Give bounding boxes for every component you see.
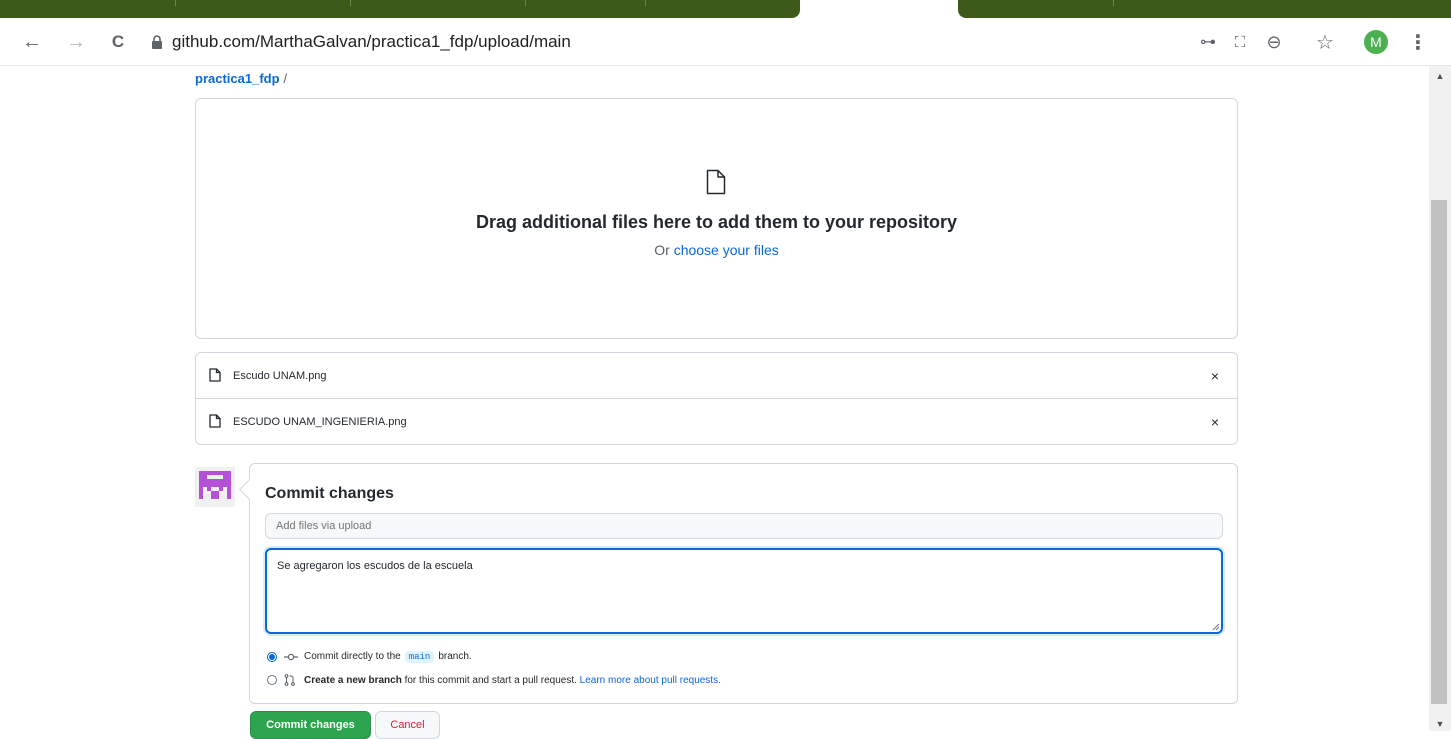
drop-zone-prefix: Or	[654, 242, 670, 258]
reload-icon[interactable]: C	[104, 28, 132, 56]
create-branch-radio[interactable]	[267, 675, 277, 685]
learn-more-pull-requests-link[interactable]: Learn more about pull requests.	[580, 675, 721, 686]
choose-files-link[interactable]: choose your files	[674, 242, 779, 258]
commit-changes-panel: Commit changes Se agregaron los escudos …	[249, 463, 1238, 704]
create-branch-label: Create a new branch for this commit and …	[304, 674, 721, 686]
scroll-up-arrow-icon[interactable]: ▲	[1429, 68, 1451, 84]
commit-changes-button[interactable]: Commit changes	[250, 711, 371, 739]
remove-file-close-icon[interactable]: ×	[1211, 368, 1219, 384]
drop-zone-subtitle: Or choose your files	[196, 242, 1237, 258]
file-icon	[706, 169, 726, 195]
file-name: Escudo UNAM.png	[233, 369, 327, 382]
commit-direct-label: Commit directly to the main branch.	[304, 651, 472, 663]
uploaded-file-list: Escudo UNAM.png × ESCUDO UNAM_INGENIERIA…	[195, 352, 1238, 445]
file-row: Escudo UNAM.png ×	[196, 353, 1237, 399]
profile-avatar[interactable]: M	[1364, 30, 1388, 54]
file-row: ESCUDO UNAM_INGENIERIA.png ×	[196, 399, 1237, 445]
remove-file-close-icon[interactable]: ×	[1211, 414, 1219, 430]
forward-icon[interactable]: →	[62, 28, 90, 56]
browser-toolbar: ← → C github.com/MarthaGalvan/practica1_…	[0, 18, 1451, 66]
git-pull-request-icon	[284, 674, 298, 686]
zoom-out-icon[interactable]: ⊖	[1260, 28, 1288, 56]
url-text: github.com/MarthaGalvan/practica1_fdp/up…	[172, 32, 571, 51]
file-drop-zone[interactable]: Drag additional files here to add them t…	[195, 98, 1238, 339]
breadcrumb-separator: /	[283, 71, 288, 86]
breadcrumb: practica1_fdp /	[195, 71, 287, 86]
create-branch-option[interactable]: Create a new branch for this commit and …	[267, 674, 721, 686]
commit-direct-radio[interactable]	[267, 652, 277, 662]
tab-strip-left[interactable]	[0, 0, 800, 18]
cancel-button[interactable]: Cancel	[375, 711, 440, 739]
user-identicon-avatar[interactable]	[195, 467, 235, 507]
address-bar[interactable]: github.com/MarthaGalvan/practica1_fdp/up…	[146, 26, 1146, 58]
tab-strip	[0, 0, 1451, 18]
commit-panel-title: Commit changes	[265, 485, 394, 502]
branch-name-badge: main	[404, 651, 435, 663]
key-icon[interactable]: ⊶	[1194, 28, 1222, 56]
drop-zone-title: Drag additional files here to add them t…	[475, 212, 958, 232]
back-icon[interactable]: ←	[18, 28, 46, 56]
file-icon	[209, 367, 223, 384]
page-scrollbar[interactable]: ▲ ▼	[1429, 66, 1451, 731]
scroll-thumb[interactable]	[1431, 200, 1447, 704]
resize-grip-icon[interactable]	[1212, 623, 1220, 631]
more-vert-icon[interactable]: ⋮	[1404, 28, 1432, 56]
file-icon	[209, 414, 223, 430]
breadcrumb-repo-link[interactable]: practica1_fdp	[195, 71, 280, 86]
commit-description-textarea[interactable]: Se agregaron los escudos de la escuela	[265, 548, 1223, 634]
git-commit-icon	[284, 651, 298, 663]
tab-strip-right[interactable]	[958, 0, 1451, 18]
commit-summary-input[interactable]	[265, 513, 1223, 539]
translate-icon[interactable]: ⛶	[1226, 28, 1254, 56]
commit-direct-option[interactable]: Commit directly to the main branch.	[267, 651, 472, 663]
file-name: ESCUDO UNAM_INGENIERIA.png	[233, 416, 407, 428]
scroll-down-arrow-icon[interactable]: ▼	[1429, 717, 1451, 731]
bookmark-star-icon[interactable]: ☆	[1311, 28, 1339, 56]
lock-icon[interactable]	[146, 31, 168, 53]
